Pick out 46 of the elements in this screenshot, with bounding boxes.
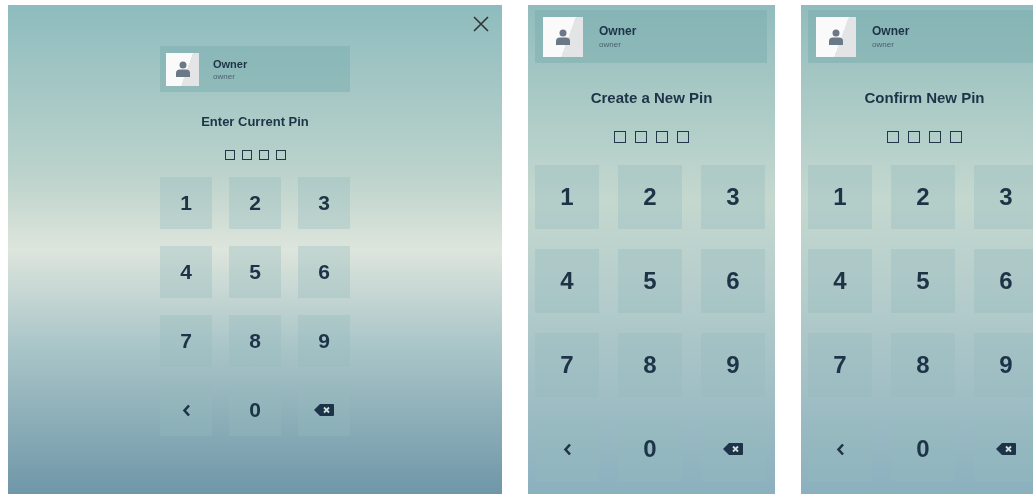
- keypad-key[interactable]: 3: [974, 165, 1033, 229]
- keypad-key[interactable]: 8: [618, 333, 682, 397]
- pin-prompt: Enter Current Pin: [201, 114, 309, 129]
- keypad-key[interactable]: 1: [808, 165, 872, 229]
- close-button[interactable]: [472, 15, 490, 33]
- keypad-key[interactable]: 4: [808, 249, 872, 313]
- keypad-key[interactable]: 9: [974, 333, 1033, 397]
- user-role: owner: [872, 40, 895, 49]
- keypad-key[interactable]: 6: [701, 249, 765, 313]
- avatar-icon: [543, 16, 583, 57]
- keypad-key[interactable]: 5: [618, 249, 682, 313]
- keypad-key[interactable]: 6: [298, 246, 350, 298]
- chevron-left-icon: [181, 403, 191, 417]
- user-role: owner: [599, 40, 622, 49]
- keypad-key[interactable]: 2: [229, 177, 281, 229]
- backspace-icon: [723, 443, 743, 455]
- keypad-key[interactable]: 3: [701, 165, 765, 229]
- keypad-key[interactable]: 1: [535, 165, 599, 229]
- keypad-key[interactable]: 6: [974, 249, 1033, 313]
- chevron-left-icon: [562, 442, 572, 456]
- user-role: owner: [213, 71, 236, 81]
- avatar-icon: [166, 52, 199, 86]
- pin-prompt: Confirm New Pin: [864, 89, 985, 106]
- avatar-icon: [816, 16, 856, 57]
- keypad-key[interactable]: 2: [618, 165, 682, 229]
- keypad-key[interactable]: 4: [535, 249, 599, 313]
- keypad-key[interactable]: 5: [891, 249, 955, 313]
- user-name: Owner: [599, 24, 637, 38]
- keypad-key[interactable]: 7: [535, 333, 599, 397]
- pin-prompt: Create a New Pin: [590, 89, 713, 106]
- keypad-key[interactable]: 7: [808, 333, 872, 397]
- keypad-key[interactable]: 3: [298, 177, 350, 229]
- backspace-icon: [314, 404, 334, 416]
- keypad-key[interactable]: 4: [160, 246, 212, 298]
- keypad-key[interactable]: 8: [229, 315, 281, 367]
- user-name: Owner: [872, 24, 910, 38]
- keypad-key[interactable]: 2: [891, 165, 955, 229]
- keypad-key[interactable]: 1: [160, 177, 212, 229]
- keypad-key[interactable]: 9: [298, 315, 350, 367]
- keypad-key[interactable]: 5: [229, 246, 281, 298]
- chevron-left-icon: [835, 442, 845, 456]
- keypad-key[interactable]: 7: [160, 315, 212, 367]
- keypad-key[interactable]: 9: [701, 333, 765, 397]
- user-name: Owner: [213, 57, 248, 70]
- keypad-key[interactable]: 8: [891, 333, 955, 397]
- backspace-icon: [996, 443, 1016, 455]
